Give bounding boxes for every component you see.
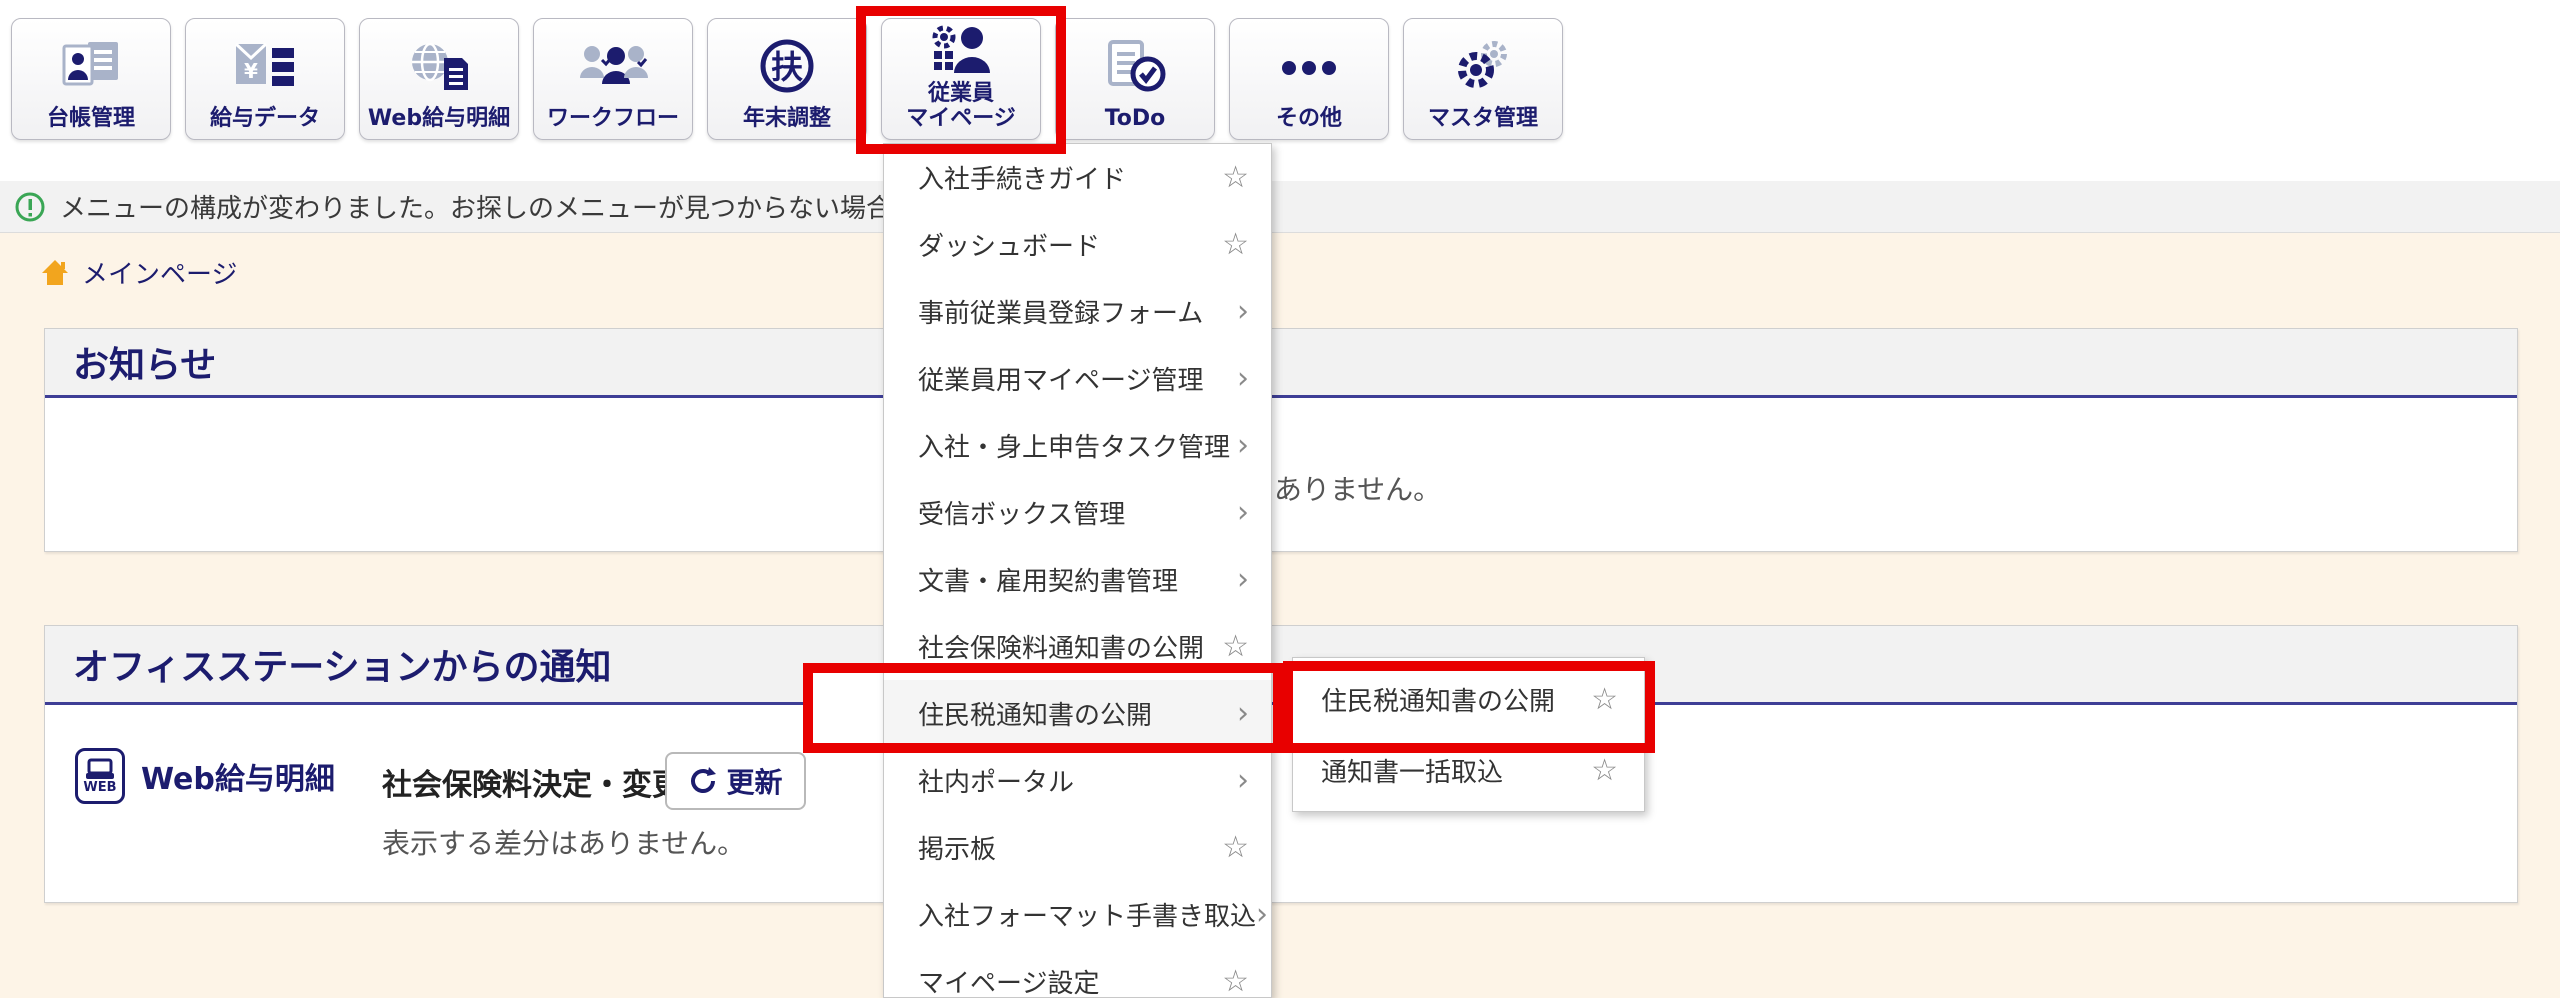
news-section: お知らせ xyxy=(44,328,2518,552)
toolbar-button-master[interactable]: マスタ管理 xyxy=(1403,18,1563,140)
news-section-title: お知らせ xyxy=(73,345,217,386)
submenu-chevron-icon: › xyxy=(1237,361,1249,396)
toolbar-button-ledger[interactable]: 台帳管理 xyxy=(11,18,171,140)
toolbar-button-employee-mypage[interactable]: 従業員 マイページ xyxy=(881,18,1041,140)
submenu-chevron-icon: › xyxy=(1256,897,1269,932)
submenu-chevron-icon: › xyxy=(1237,495,1249,530)
favorite-star-icon[interactable]: ☆ xyxy=(1222,227,1249,262)
favorite-star-icon[interactable]: ☆ xyxy=(1591,682,1618,717)
menu-item-label: 入社手続きガイド xyxy=(918,165,1127,195)
submenu-chevron-icon: › xyxy=(1237,294,1249,329)
menu-item-juminzei-tsuchisho[interactable]: 住民税通知書の公開 › xyxy=(884,680,1271,747)
toolbar-button-label: 年末調整 xyxy=(742,106,831,131)
menu-item-label: 入社フォーマット手書き取込 xyxy=(918,902,1257,932)
submenu-chevron-icon: › xyxy=(1237,428,1249,463)
favorite-star-icon[interactable]: ☆ xyxy=(1591,753,1618,788)
menu-item[interactable]: 受信ボックス管理 › xyxy=(884,479,1271,546)
menu-item[interactable]: 入社手続きガイド ☆ xyxy=(884,144,1271,211)
menu-item-label: 受信ボックス管理 xyxy=(918,500,1126,530)
notifications-section-title: オフィスステーションからの通知 xyxy=(73,647,612,688)
menu-item-label: 掲示板 xyxy=(918,835,997,865)
toolbar-button-nenmatsu-chosei[interactable]: 扶 年末調整 xyxy=(707,18,867,140)
menu-item[interactable]: 入社・身上申告タスク管理 › xyxy=(884,412,1271,479)
annotation-underlay xyxy=(803,663,893,753)
submenu-item-label: 住民税通知書の公開 xyxy=(1321,687,1556,717)
menu-item-label: 社会保険料通知書の公開 xyxy=(918,634,1205,664)
toolbar-button-label: その他 xyxy=(1275,106,1342,131)
notification-app-label: Web給与明細 xyxy=(141,762,335,797)
toolbar-button-workflow[interactable]: ワークフロー xyxy=(533,18,693,140)
payroll-data-icon: ¥ xyxy=(232,19,298,106)
toolbar-button-payroll-data[interactable]: ¥ 給与データ xyxy=(185,18,345,140)
web-payslip-icon xyxy=(406,19,472,106)
toolbar-button-label: マイページ xyxy=(906,106,1016,131)
submenu-item-juminzei-kokai[interactable]: 住民税通知書の公開 ☆ xyxy=(1293,664,1644,735)
notification-empty-text: 表示する差分はありません。 xyxy=(382,827,746,860)
menu-item-label: マイページ設定 xyxy=(918,969,1100,998)
notification-row: WEB Web給与明細 xyxy=(75,748,335,804)
menu-item[interactable]: 文書・雇用契約書管理 › xyxy=(884,546,1271,613)
breadcrumb-label[interactable]: メインページ xyxy=(82,254,237,291)
menu-item-label: 住民税通知書の公開 xyxy=(918,701,1153,731)
workflow-icon xyxy=(578,19,648,106)
nenmatsu-chosei-icon: 扶 xyxy=(757,19,817,106)
toolbar-button-others[interactable]: その他 xyxy=(1229,18,1389,140)
submenu-item-tsuchisho-ikkatsu[interactable]: 通知書一括取込 ☆ xyxy=(1293,735,1644,806)
toolbar-button-label: 台帳管理 xyxy=(46,106,135,131)
toolbar-button-label: Web給与明細 xyxy=(367,106,511,131)
submenu-chevron-icon: › xyxy=(1237,763,1249,798)
employee-mypage-dropdown-menu: 入社手続きガイド ☆ ダッシュボード ☆ 事前従業員登録フォーム › 従業員用マイペー… xyxy=(883,143,1272,998)
toolbar-button-label: 給与データ xyxy=(209,106,320,131)
submenu-chevron-icon: › xyxy=(1237,562,1249,597)
menu-item[interactable]: マイページ設定 ☆ xyxy=(884,948,1271,998)
svg-text:¥: ¥ xyxy=(244,59,258,83)
notice-bar: メニューの構成が変わりました。お探しのメニューが見つからない場合は、 こ xyxy=(0,181,2560,233)
menu-item-label: 事前従業員登録フォーム xyxy=(918,299,1204,329)
menu-item-label: 文書・雇用契約書管理 xyxy=(918,567,1179,597)
web-payslip-badge-icon: WEB xyxy=(75,748,125,804)
ledger-icon xyxy=(58,19,124,106)
menu-item-label: 社内ポータル xyxy=(918,768,1075,798)
favorite-star-icon[interactable]: ☆ xyxy=(1222,830,1249,865)
home-icon[interactable] xyxy=(40,257,70,287)
todo-icon xyxy=(1102,19,1168,106)
toolbar-button-todo[interactable]: ToDo xyxy=(1055,18,1215,140)
menu-item[interactable]: 事前従業員登録フォーム › xyxy=(884,278,1271,345)
submenu-chevron-icon: › xyxy=(1237,696,1249,731)
web-badge-text: WEB xyxy=(83,780,117,795)
menu-item[interactable]: 従業員用マイページ管理 › xyxy=(884,345,1271,412)
refresh-button[interactable]: 更新 xyxy=(665,752,806,810)
menu-item-label: 従業員用マイページ管理 xyxy=(918,366,1204,396)
svg-text:扶: 扶 xyxy=(771,48,803,86)
favorite-star-icon[interactable]: ☆ xyxy=(1222,964,1249,998)
info-circle-icon xyxy=(14,191,46,223)
notice-bar-text: メニューの構成が変わりました。お探しのメニューが見つからない場合は、 xyxy=(60,194,945,224)
favorite-star-icon[interactable]: ☆ xyxy=(1222,160,1249,195)
toolbar-button-label: 従業員 xyxy=(927,81,994,106)
menu-item-label: 入社・身上申告タスク管理 xyxy=(918,433,1231,463)
menu-item[interactable]: 社内ポータル › xyxy=(884,747,1271,814)
toolbar-button-web-payslip[interactable]: Web給与明細 xyxy=(359,18,519,140)
toolbar-button-label: ToDo xyxy=(1104,106,1166,131)
news-empty-text: ありません。 xyxy=(1274,473,1442,506)
employee-mypage-icon xyxy=(928,17,994,81)
notifications-section-header: オフィスステーションからの通知 xyxy=(45,626,2517,705)
menu-item[interactable]: 入社フォーマット手書き取込 › xyxy=(884,881,1271,948)
news-section-header: お知らせ xyxy=(45,329,2517,398)
submenu-item-label: 通知書一括取込 xyxy=(1321,758,1504,788)
menu-item[interactable]: 掲示板 ☆ xyxy=(884,814,1271,881)
more-dots-icon xyxy=(1276,19,1342,106)
menu-item[interactable]: ダッシュボード ☆ xyxy=(884,211,1271,278)
toolbar-button-label: ワークフロー xyxy=(546,106,679,131)
master-gear-icon xyxy=(1450,19,1516,106)
toolbar-button-label: マスタ管理 xyxy=(1427,106,1538,131)
refresh-icon xyxy=(688,766,718,796)
breadcrumb: メインページ xyxy=(40,252,237,292)
menu-item[interactable]: 社会保険料通知書の公開 ☆ xyxy=(884,613,1271,680)
refresh-button-label: 更新 xyxy=(726,766,783,799)
juminzei-submenu: 住民税通知書の公開 ☆ 通知書一括取込 ☆ xyxy=(1292,657,1645,812)
menu-item-label: ダッシュボード xyxy=(918,232,1101,262)
favorite-star-icon[interactable]: ☆ xyxy=(1222,629,1249,664)
